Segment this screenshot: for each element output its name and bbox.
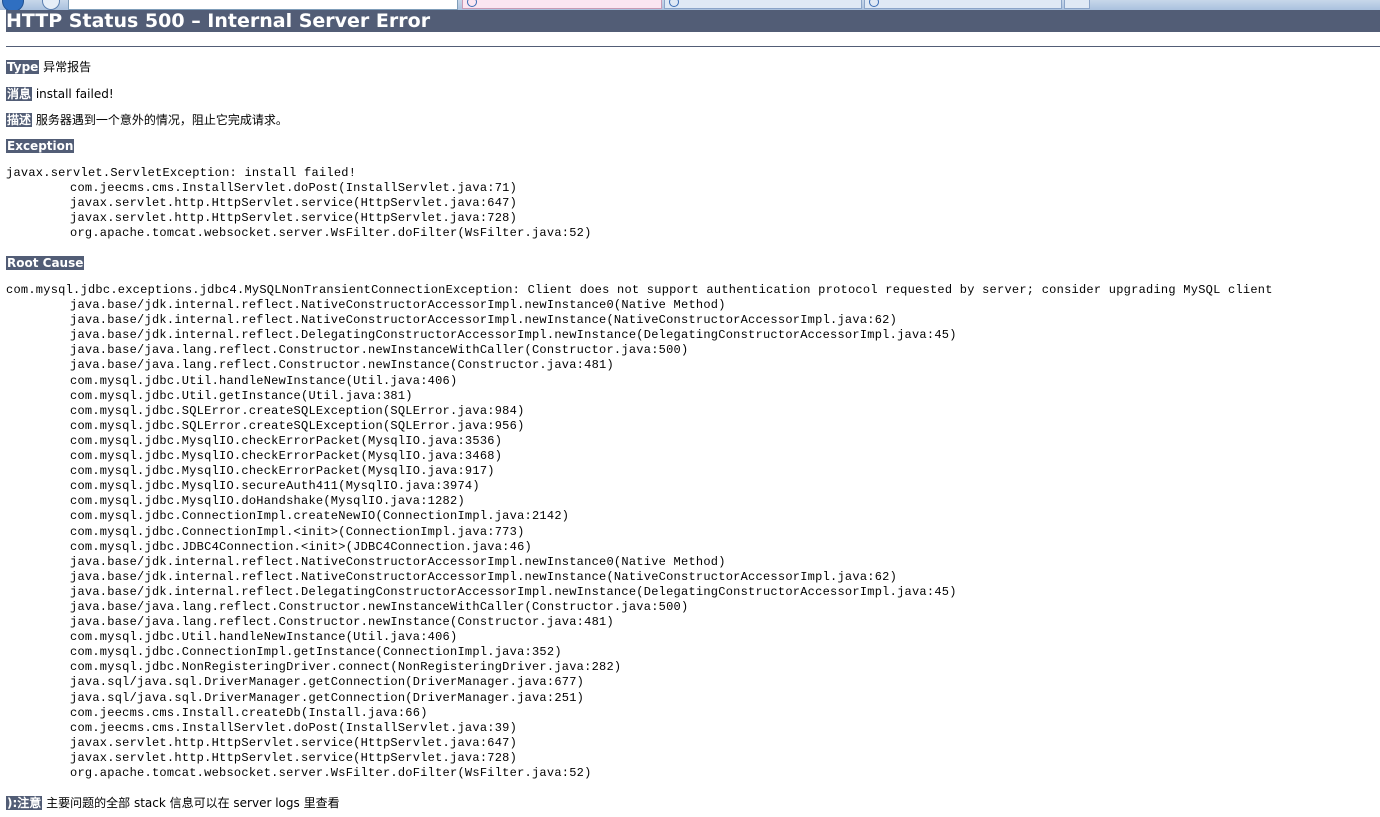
browser-tab[interactable] — [864, 0, 1062, 9]
new-tab-button[interactable] — [1064, 0, 1090, 9]
browser-tab-active[interactable] — [462, 0, 662, 9]
type-value: 异常报告 — [43, 60, 92, 74]
title-divider — [6, 46, 1380, 47]
exception-label: Exception — [6, 139, 75, 153]
note-value: 主要问题的全部 stack 信息可以在 server logs 里查看 — [46, 796, 340, 810]
trace-frame-line: com.mysql.jdbc.Util.getInstance(Util.jav… — [70, 388, 413, 403]
trace-frame-line: org.apache.tomcat.websocket.server.WsFil… — [70, 226, 592, 241]
exception-stack-trace: javax.servlet.ServletException: install … — [6, 166, 592, 241]
trace-frame-line: java.base/java.lang.reflect.Constructor.… — [70, 343, 689, 358]
trace-frame-line: java.sql/java.sql.DriverManager.getConne… — [70, 675, 585, 690]
trace-exception-line: javax.servlet.ServletException: install … — [6, 166, 357, 180]
trace-frame-line: com.jeecms.cms.Install.createDb(Install.… — [70, 705, 428, 720]
trace-frame-line: java.base/java.lang.reflect.Constructor.… — [70, 615, 614, 630]
trace-frame-line: javax.servlet.http.HttpServlet.service(H… — [70, 211, 518, 226]
trace-frame-line: com.jeecms.cms.InstallServlet.doPost(Ins… — [70, 720, 518, 735]
trace-frame-line: java.base/jdk.internal.reflect.NativeCon… — [70, 298, 726, 313]
trace-frame-line: java.base/jdk.internal.reflect.NativeCon… — [70, 569, 898, 584]
browser-tab[interactable] — [664, 0, 862, 9]
root-cause-stack-trace: com.mysql.jdbc.exceptions.jdbc4.MySQLNon… — [6, 283, 1273, 781]
back-icon[interactable] — [2, 0, 24, 10]
root-cause-heading: Root Cause — [6, 255, 85, 271]
trace-frame-line: org.apache.tomcat.websocket.server.WsFil… — [70, 766, 592, 780]
trace-frame-line: java.base/jdk.internal.reflect.NativeCon… — [70, 554, 726, 569]
trace-frame-line: com.mysql.jdbc.MysqlIO.checkErrorPacket(… — [70, 464, 495, 479]
type-row: Type 异常报告 — [6, 59, 91, 75]
trace-frame-line: com.mysql.jdbc.MysqlIO.secureAuth411(Mys… — [70, 479, 480, 494]
browser-chrome — [0, 0, 1380, 10]
trace-frame-line: javax.servlet.http.HttpServlet.service(H… — [70, 735, 518, 750]
page-icon — [869, 0, 879, 7]
type-label: Type — [6, 60, 40, 74]
page-icon — [467, 0, 477, 7]
trace-frame-line: javax.servlet.http.HttpServlet.service(H… — [70, 750, 518, 765]
trace-frame-line: com.mysql.jdbc.ConnectionImpl.<init>(Con… — [70, 524, 525, 539]
exception-heading: Exception — [6, 138, 75, 154]
message-label: 消息 — [6, 87, 33, 101]
trace-exception-line: com.mysql.jdbc.exceptions.jdbc4.MySQLNon… — [6, 283, 1273, 297]
trace-frame-line: java.base/jdk.internal.reflect.NativeCon… — [70, 313, 898, 328]
trace-frame-line: com.mysql.jdbc.SQLError.createSQLExcepti… — [70, 418, 525, 433]
root-cause-label: Root Cause — [6, 256, 85, 270]
description-row: 描述 服务器遇到一个意外的情况，阻止它完成请求。 — [6, 112, 288, 128]
trace-frame-line: com.mysql.jdbc.JDBC4Connection.<init>(JD… — [70, 539, 532, 554]
trace-frame-line: com.mysql.jdbc.ConnectionImpl.getInstanc… — [70, 645, 562, 660]
trace-frame-line: java.base/jdk.internal.reflect.Delegatin… — [70, 328, 957, 343]
page-title: HTTP Status 500 – Internal Server Error — [6, 10, 1380, 32]
trace-frame-line: com.mysql.jdbc.SQLError.createSQLExcepti… — [70, 403, 525, 418]
message-value: install failed! — [35, 87, 114, 101]
trace-frame-line: com.mysql.jdbc.Util.handleNewInstance(Ut… — [70, 373, 458, 388]
note-label: ):注意 — [6, 796, 43, 810]
note-row: ):注意 主要问题的全部 stack 信息可以在 server logs 里查看 — [6, 795, 340, 811]
trace-frame-line: java.sql/java.sql.DriverManager.getConne… — [70, 690, 585, 705]
address-bar[interactable] — [68, 0, 458, 10]
trace-frame-line: com.mysql.jdbc.MysqlIO.checkErrorPacket(… — [70, 433, 503, 448]
description-value: 服务器遇到一个意外的情况，阻止它完成请求。 — [35, 113, 288, 127]
trace-frame-line: com.mysql.jdbc.Util.handleNewInstance(Ut… — [70, 630, 458, 645]
forward-icon[interactable] — [42, 0, 60, 10]
trace-frame-line: com.mysql.jdbc.ConnectionImpl.createNewI… — [70, 509, 570, 524]
trace-frame-line: com.mysql.jdbc.MysqlIO.checkErrorPacket(… — [70, 449, 503, 464]
trace-frame-line: java.base/java.lang.reflect.Constructor.… — [70, 599, 689, 614]
message-row: 消息 install failed! — [6, 86, 114, 102]
description-label: 描述 — [6, 113, 33, 127]
page-icon — [669, 0, 679, 7]
trace-frame-line: java.base/jdk.internal.reflect.Delegatin… — [70, 584, 957, 599]
trace-frame-line: javax.servlet.http.HttpServlet.service(H… — [70, 196, 518, 211]
trace-frame-line: com.jeecms.cms.InstallServlet.doPost(Ins… — [70, 181, 518, 196]
trace-frame-line: com.mysql.jdbc.NonRegisteringDriver.conn… — [70, 660, 622, 675]
trace-frame-line: com.mysql.jdbc.MysqlIO.doHandshake(Mysql… — [70, 494, 465, 509]
trace-frame-line: java.base/java.lang.reflect.Constructor.… — [70, 358, 614, 373]
